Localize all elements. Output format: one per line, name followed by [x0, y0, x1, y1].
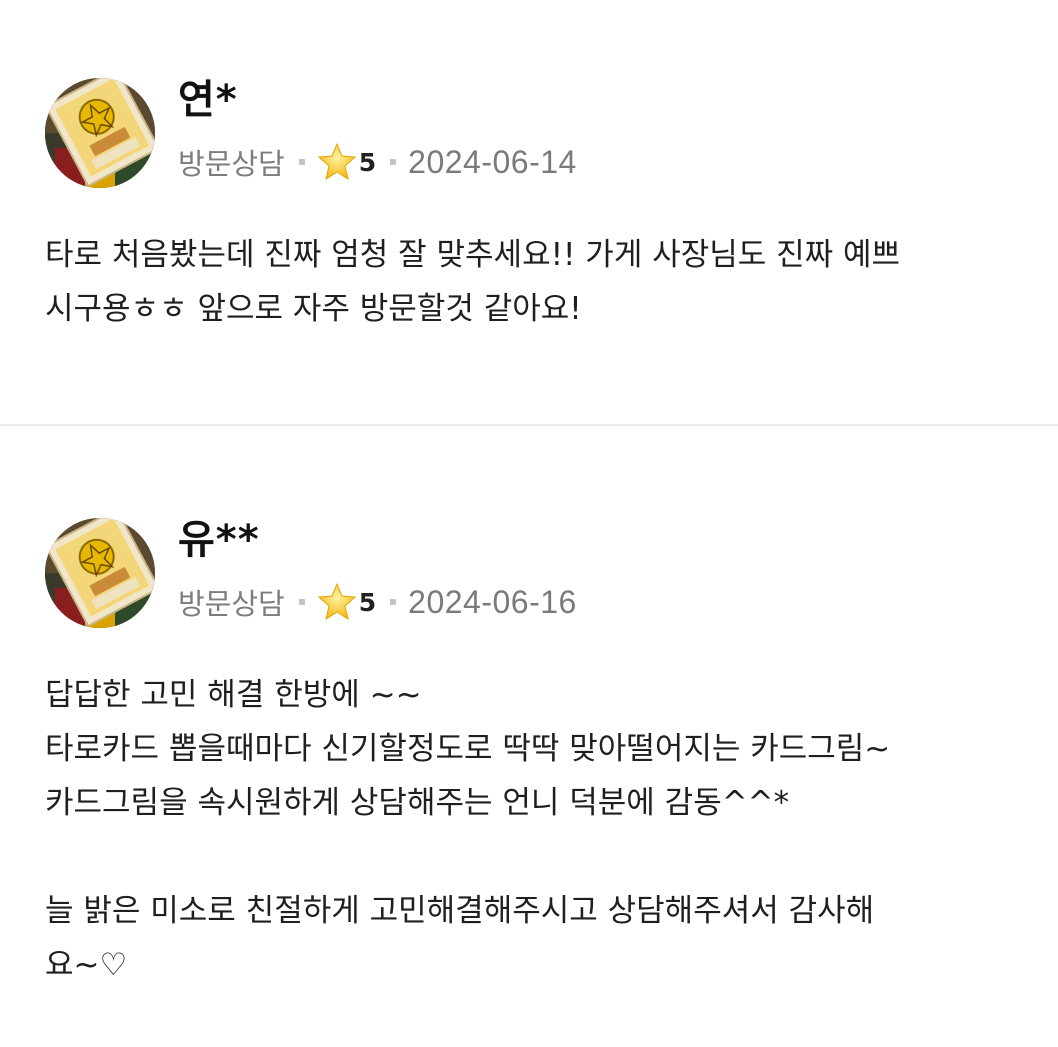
- rating-value: 5: [358, 147, 377, 177]
- review-meta: 방문상담 5 2024-06-16: [178, 578, 577, 626]
- review-date: 2024-06-16: [408, 583, 577, 620]
- review-meta: 방문상담 5 2024-06-14: [178, 138, 577, 186]
- review-text: 타로 처음봤는데 진짜 엄청 잘 맞추세요!! 가게 사장님도 진짜 예쁘 시구…: [45, 237, 901, 327]
- tarot-card-avatar-image: [45, 518, 155, 628]
- visit-type: 방문상담: [178, 587, 285, 621]
- avatar[interactable]: [45, 78, 155, 188]
- rating-value: 5: [358, 587, 377, 617]
- avatar[interactable]: [45, 518, 155, 628]
- star-icon: [317, 582, 357, 622]
- reviewer-name: 유**: [178, 517, 260, 563]
- tarot-card-avatar-image: [45, 78, 155, 188]
- separator-dot: [390, 159, 397, 165]
- review-text: 답답한 고민 해결 한방에 ~~ 타로카드 뽑을때마다 신기할정도로 딱딱 맞아…: [45, 677, 891, 983]
- separator-dot: [298, 599, 305, 605]
- separator-dot: [390, 599, 397, 605]
- reviewer-name: 연*: [178, 77, 238, 123]
- star-icon: [317, 142, 357, 182]
- review-date: 2024-06-14: [408, 143, 577, 180]
- separator-dot: [298, 159, 305, 165]
- visit-type: 방문상담: [178, 147, 285, 181]
- divider: [0, 424, 1058, 426]
